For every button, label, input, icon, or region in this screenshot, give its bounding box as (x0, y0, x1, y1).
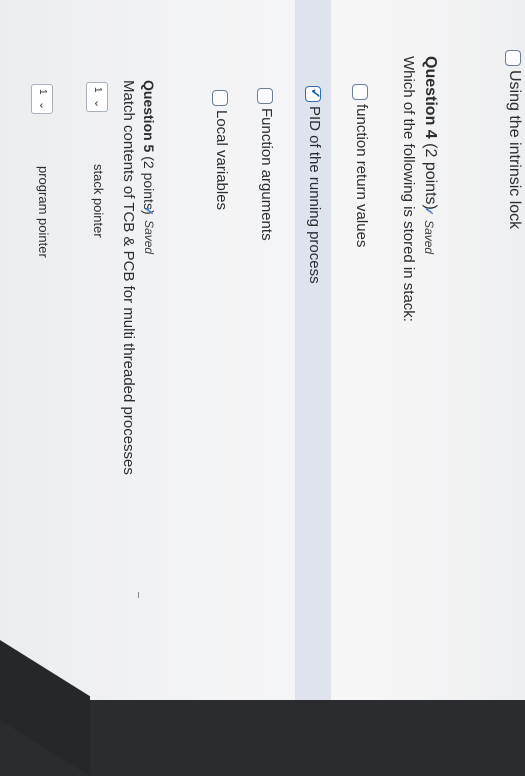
option-label-intrinsic-lock: Using the intrinsic lock (506, 70, 523, 230)
question4-number: Question 4 (422, 56, 439, 139)
chevron-down-icon: ⌄ (37, 101, 49, 111)
match-label-program-pointer: program pointer (36, 166, 51, 258)
match-select-program-pointer[interactable]: 1 ⌄ (31, 84, 53, 114)
check-icon: ✓ (422, 206, 436, 217)
match-select-value: 1 (92, 87, 103, 93)
match-select-value: 1 (37, 89, 48, 95)
radio-pid-running-process[interactable]: ✓ (305, 86, 323, 102)
chevron-down-icon: ⌄ (92, 99, 104, 109)
match-select-stack-pointer[interactable]: 1 ⌄ (86, 82, 108, 112)
radio-function-return-values[interactable] (352, 84, 368, 100)
question5-saved-label: Saved (142, 220, 156, 255)
radio-function-arguments[interactable] (257, 88, 273, 104)
selected-option-highlight (295, 0, 331, 700)
question4-saved-status: ✓ Saved (422, 206, 436, 254)
divider-mark (138, 592, 139, 598)
check-icon: ✓ (142, 206, 156, 217)
question5-saved-status: ✓ Saved (142, 206, 156, 254)
question4-points: (2 points) (422, 143, 439, 210)
radio-intrinsic-lock[interactable] (505, 50, 521, 66)
match-label-stack-pointer: stack pointer (91, 164, 106, 238)
question4-saved-label: Saved (422, 220, 436, 255)
option-label-local-variables: Local variables (213, 110, 230, 211)
question5-prompt: Match contents of TCB & PCB for multi th… (120, 80, 137, 475)
option-label-function-return-values: function return values (353, 104, 370, 248)
quiz-content: Using the intrinsic lock Question 4 (2 p… (10, 0, 525, 700)
option-label-pid-running-process: PID of the running process (306, 106, 323, 284)
question4-prompt: Which of the following is stored in stac… (400, 56, 417, 322)
screen: Using the intrinsic lock Question 4 (2 p… (0, 0, 525, 700)
question5-title: Question 5 (2 points) (141, 80, 157, 215)
option-label-function-arguments: Function arguments (258, 108, 275, 241)
radio-local-variables[interactable] (212, 90, 228, 106)
question5-number: Question 5 (141, 80, 157, 153)
question4-title: Question 4 (2 points) (421, 56, 439, 210)
checkmark-icon: ✓ (308, 88, 323, 99)
